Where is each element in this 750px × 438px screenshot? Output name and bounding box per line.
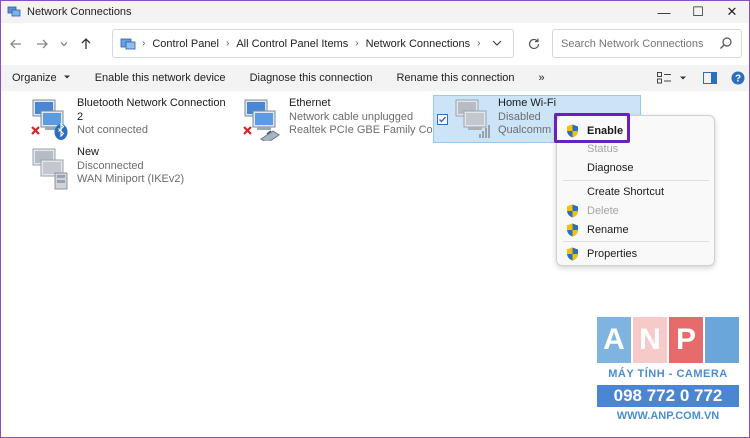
menu-item-delete: Delete (557, 201, 714, 220)
wifi-network-icon (452, 97, 496, 141)
bluetooth-network-icon (29, 97, 73, 141)
chevron-down-icon (60, 42, 68, 47)
address-dropdown-icon[interactable] (491, 37, 503, 49)
ethernet-network-icon (241, 97, 285, 144)
organize-button[interactable]: Organize (12, 72, 71, 84)
refresh-button[interactable] (521, 29, 547, 58)
menu-item-diagnose[interactable]: Diagnose (557, 158, 714, 177)
menu-item-label: Rename (587, 223, 629, 236)
watermark-logo: A N P MÁY TÍNH - CAMERA 098 772 0 772 WW… (597, 317, 739, 435)
watermark-letter: N (633, 317, 667, 363)
connection-status: Not connected (77, 124, 148, 136)
watermark-letter: A (597, 317, 631, 363)
organize-label: Organize (12, 72, 57, 84)
help-icon[interactable]: ? (731, 71, 745, 85)
connection-item-bluetooth[interactable]: Bluetooth Network Connection 2 Not conne… (29, 97, 226, 141)
close-button[interactable]: ✕ (715, 1, 749, 23)
svg-text:?: ? (735, 74, 741, 85)
forward-button[interactable] (29, 29, 55, 59)
checkmark-icon (439, 116, 447, 123)
more-commands-button[interactable]: » (539, 72, 545, 84)
maximize-button[interactable]: ☐ (681, 1, 715, 23)
vpn-network-icon (29, 146, 73, 190)
chevron-down-icon (63, 75, 70, 79)
menu-separator (563, 180, 709, 181)
back-button[interactable] (3, 29, 29, 59)
watermark-tagline: MÁY TÍNH - CAMERA (608, 368, 728, 380)
connection-item-ethernet[interactable]: Ethernet Network cable unplugged Realtek… (241, 97, 455, 144)
uac-shield-icon (567, 223, 578, 237)
title-bar: Network Connections — ☐ ✕ (1, 1, 749, 23)
watermark-letter: P (669, 317, 703, 363)
back-arrow-icon (10, 39, 21, 49)
connection-device: Qualcomm A (498, 124, 561, 136)
minimize-button[interactable]: — (647, 1, 681, 23)
connection-name-continued: 2 (77, 110, 84, 123)
preview-pane-icon[interactable] (703, 72, 717, 84)
rename-connection-button[interactable]: Rename this connection (396, 72, 514, 84)
connection-status: Network cable unplugged (289, 110, 414, 123)
recent-locations-button[interactable] (55, 29, 73, 59)
enable-device-button[interactable]: Enable this network device (95, 72, 226, 84)
uac-shield-icon (567, 247, 578, 261)
menu-item-label: Properties (587, 247, 638, 260)
menu-item-label: Diagnose (587, 161, 634, 174)
selection-checkbox[interactable] (437, 114, 448, 125)
connection-name: Home Wi-Fi (498, 97, 557, 109)
watermark-url: WWW.ANP.COM.VN (616, 410, 720, 422)
menu-item-label: Status (587, 142, 619, 155)
window-title: Network Connections (27, 6, 132, 18)
address-bar[interactable]: › Control Panel › All Control Panel Item… (112, 29, 514, 58)
up-button[interactable] (73, 29, 99, 59)
watermark-block (705, 317, 739, 363)
connection-status: Disabled (498, 110, 541, 123)
connection-name: Bluetooth Network Connection (77, 97, 226, 109)
view-options-dropdown-icon[interactable] (679, 74, 687, 82)
connection-status: Disconnected (77, 159, 144, 172)
connection-name: Ethernet (289, 97, 331, 109)
address-row: › Control Panel › All Control Panel Item… (1, 23, 749, 65)
menu-item-create-shortcut[interactable]: Create Shortcut (557, 182, 714, 201)
breadcrumb-network-connections[interactable]: Network Connections (366, 38, 471, 50)
uac-shield-icon (567, 204, 578, 218)
menu-separator (563, 241, 709, 242)
menu-item-properties[interactable]: Properties (557, 244, 714, 263)
network-connections-icon (7, 6, 21, 17)
connection-name: New (77, 146, 100, 158)
breadcrumb-all-items[interactable]: All Control Panel Items (236, 38, 348, 50)
breadcrumb-control-panel[interactable]: Control Panel (152, 38, 219, 50)
watermark-phone: 098 772 0 772 (597, 385, 739, 407)
forward-arrow-icon (37, 39, 48, 49)
menu-item-label: Create Shortcut (587, 185, 665, 198)
connection-device: Realtek PCIe GBE Family Contr... (289, 124, 455, 136)
search-box[interactable] (552, 29, 742, 58)
menu-item-label: Delete (587, 204, 619, 217)
connection-item-new[interactable]: New Disconnected WAN Miniport (IKEv2) (29, 146, 184, 190)
command-bar: Organize Enable this network device Diag… (1, 65, 749, 91)
up-arrow-icon (81, 38, 91, 49)
control-panel-icon (120, 38, 136, 49)
refresh-icon (528, 38, 540, 49)
connection-device: WAN Miniport (IKEv2) (77, 173, 185, 185)
search-input[interactable] (561, 37, 721, 50)
highlight-annotation (554, 113, 630, 143)
diagnose-connection-button[interactable]: Diagnose this connection (250, 72, 373, 84)
menu-item-rename[interactable]: Rename (557, 220, 714, 239)
search-icon[interactable] (719, 36, 733, 50)
change-view-icon[interactable] (657, 72, 671, 84)
